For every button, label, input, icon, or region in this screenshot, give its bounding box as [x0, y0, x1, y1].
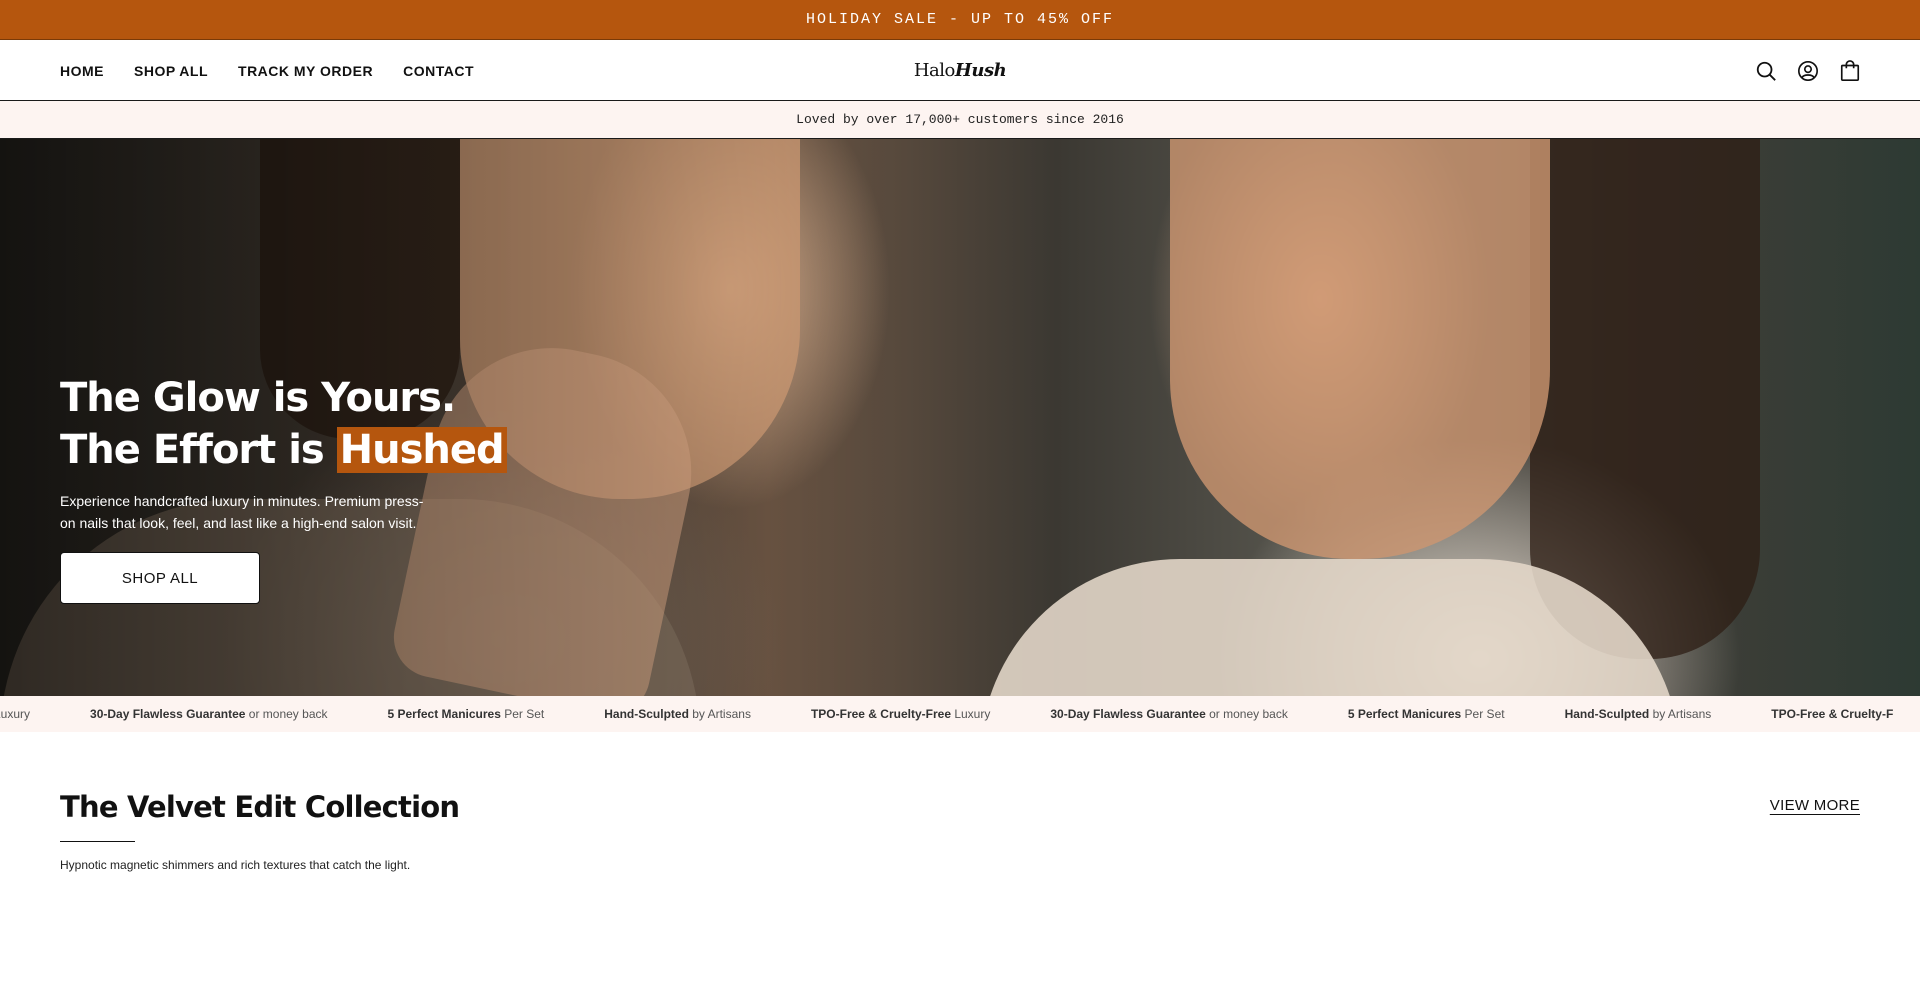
marquee-item: Hand-Sculpted by Artisans [604, 707, 751, 721]
account-icon[interactable] [1796, 59, 1820, 83]
collection-title: The Velvet Edit Collection [60, 790, 460, 824]
nav-shop-all[interactable]: SHOP ALL [134, 63, 208, 79]
hero-title-line-1: The Glow is Yours. [60, 375, 456, 421]
view-more-link[interactable]: VIEW MORE [1770, 797, 1860, 814]
site-header: HOME SHOP ALL TRACK MY ORDER CONTACT Hal… [0, 40, 1920, 101]
promo-text: HOLIDAY SALE - UP TO 45% OFF [805, 11, 1115, 28]
bag-icon[interactable] [1838, 59, 1862, 83]
hero-copy: The Glow is Yours. The Effort is Hushed … [60, 372, 520, 604]
hero-shop-all-button[interactable]: SHOP ALL [60, 552, 260, 604]
hero-title: The Glow is Yours. The Effort is Hushed [60, 372, 520, 476]
hero-subtitle: Experience handcrafted luxury in minutes… [60, 493, 424, 531]
collection-description: Hypnotic magnetic shimmers and rich text… [60, 858, 411, 872]
marquee-item: lty-Free Luxury [0, 707, 31, 721]
trust-bar: Loved by over 17,000+ customers since 20… [0, 101, 1920, 139]
marquee-item: 30-Day Flawless Guarantee or money back [1050, 707, 1288, 721]
promo-bar: HOLIDAY SALE - UP TO 45% OFF [0, 0, 1920, 40]
search-icon[interactable] [1754, 59, 1778, 83]
trust-text: Loved by over 17,000+ customers since 20… [796, 112, 1124, 127]
logo-part-1: Halo [913, 60, 956, 81]
marquee-item: 5 Perfect Manicures Per Set [387, 707, 545, 721]
marquee-item: Hand-Sculpted by Artisans [1564, 707, 1712, 721]
nav-track-my-order[interactable]: TRACK MY ORDER [238, 63, 373, 79]
hero-title-highlight: Hushed [336, 427, 507, 473]
site-logo[interactable]: HaloHush [913, 60, 1007, 81]
main-nav: HOME SHOP ALL TRACK MY ORDER CONTACT [60, 40, 474, 101]
marquee-item: TPO-Free & Cruelty-F [1771, 707, 1894, 721]
marquee-item: 30-Day Flawless Guarantee or money back [90, 707, 328, 721]
header-icons [1754, 40, 1862, 101]
collection-title-rule [60, 841, 135, 842]
nav-contact[interactable]: CONTACT [403, 63, 474, 79]
marquee-item: TPO-Free & Cruelty-Free Luxury [810, 707, 991, 721]
hero-banner: The Glow is Yours. The Effort is Hushed … [0, 139, 1920, 696]
marquee-item: 5 Perfect Manicures Per Set [1347, 707, 1505, 721]
hero-title-line-2: The Effort is [60, 427, 337, 473]
benefits-marquee: lty-Free Luxury 30-Day Flawless Guarante… [0, 696, 1920, 732]
marquee-track: lty-Free Luxury 30-Day Flawless Guarante… [0, 696, 1893, 732]
logo-part-2: Hush [954, 60, 1007, 81]
nav-home[interactable]: HOME [60, 63, 104, 79]
hero-image-shape [1170, 139, 1550, 559]
